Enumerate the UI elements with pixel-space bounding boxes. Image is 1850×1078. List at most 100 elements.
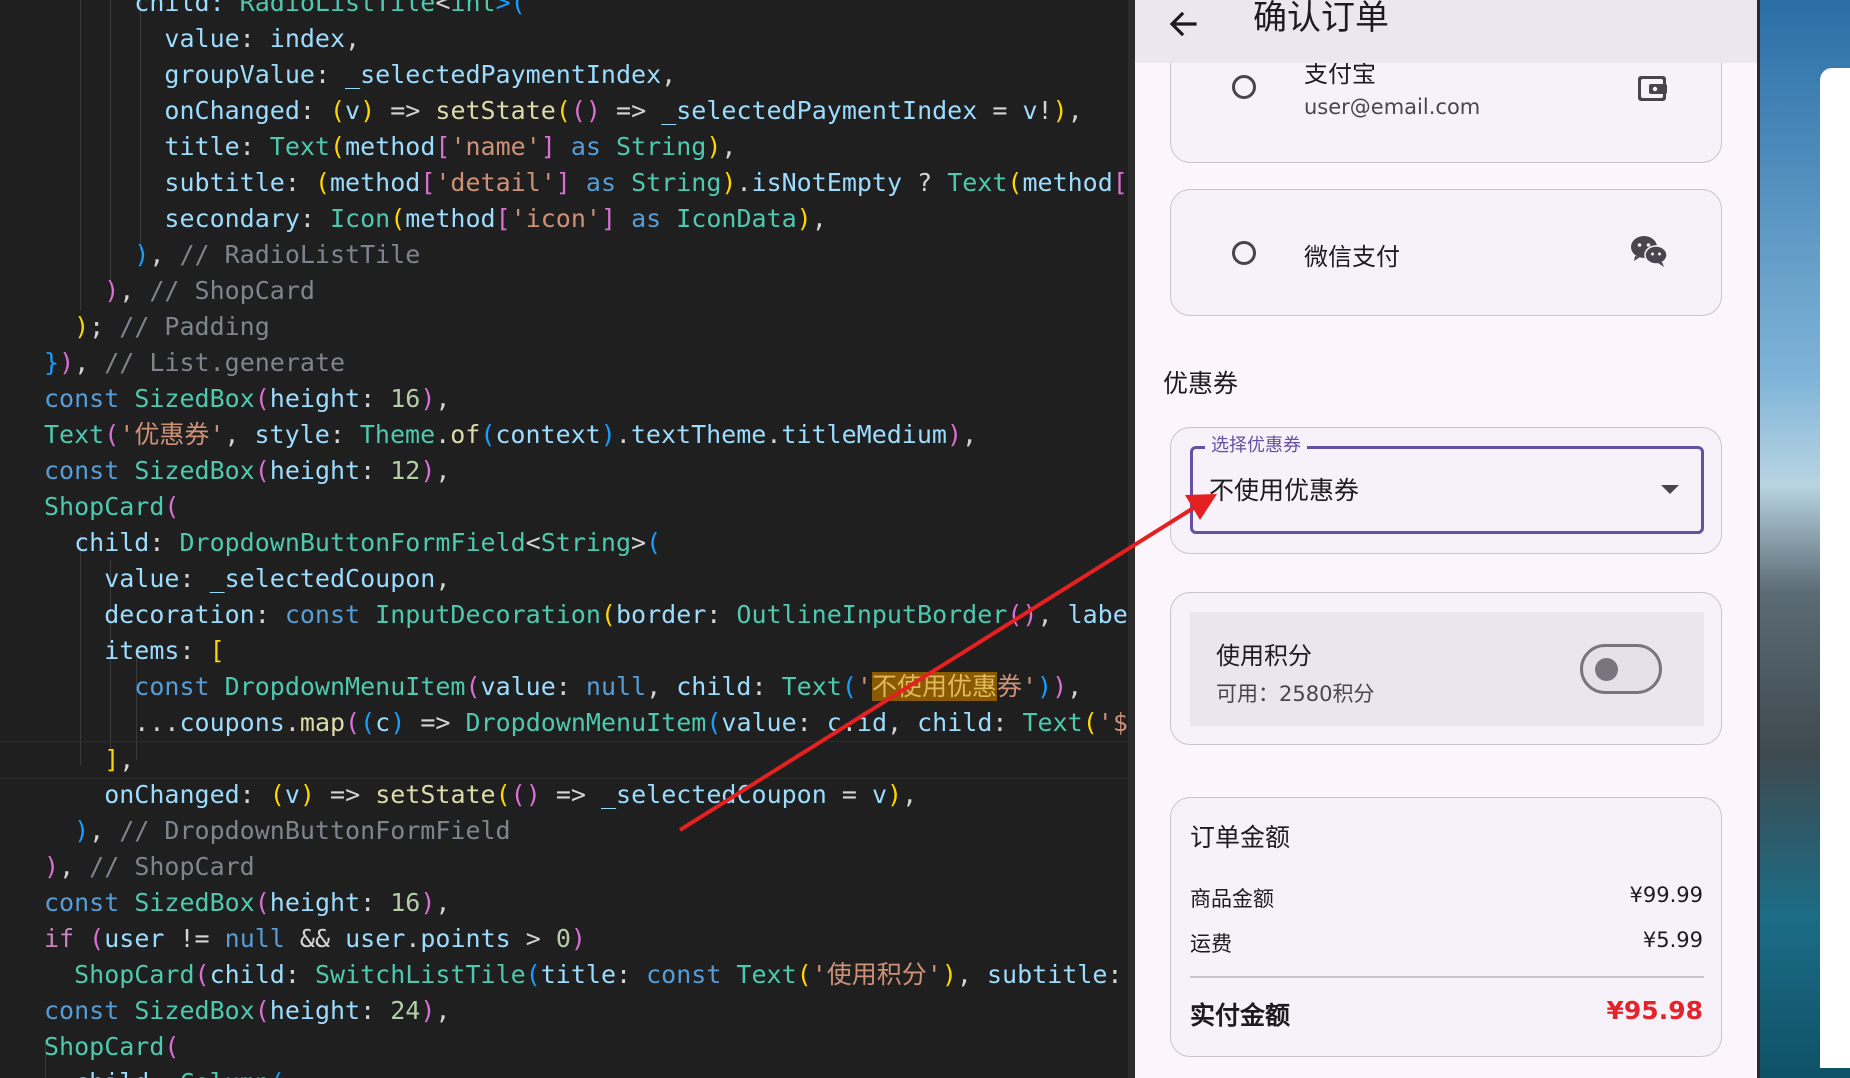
code-line[interactable]: if (user != null && user.points > 0) [0, 921, 1128, 957]
code-line[interactable]: child: RadioListTile<int>( [0, 0, 1128, 21]
code-token: ( [164, 1032, 180, 1061]
radio-button[interactable] [1232, 241, 1256, 265]
code-line[interactable]: ...coupons.map((c) => DropdownMenuItem(v… [0, 705, 1128, 741]
code-token: Text [269, 132, 330, 161]
code-token: . [405, 924, 421, 953]
code-token: isNotEmpty [751, 168, 903, 197]
code-token: 不使用优惠 [871, 672, 997, 701]
code-token: ) [360, 96, 376, 125]
code-token: ( [270, 1068, 285, 1078]
code-token: 0 [555, 924, 571, 953]
code-line[interactable]: child: Column( [0, 1065, 1128, 1078]
code-token: ) [1052, 96, 1068, 125]
points-toggle[interactable] [1580, 644, 1662, 694]
code-token: : [751, 672, 782, 701]
code-token: ) [1037, 672, 1053, 701]
code-token: : [314, 60, 346, 89]
code-token: : [299, 204, 330, 233]
code-line[interactable]: groupValue: _selectedPaymentIndex, [0, 57, 1128, 93]
code-line[interactable]: ShopCard( [0, 489, 1128, 525]
total-value: ¥95.98 [1606, 996, 1703, 1025]
code-line[interactable]: title: Text(method['name'] as String), [0, 129, 1128, 165]
code-line[interactable]: const SizedBox(height: 24), [0, 993, 1128, 1029]
code-token: as [555, 132, 617, 161]
code-line[interactable]: value: index, [0, 21, 1128, 57]
code-token: , [59, 852, 90, 881]
payment-card-wechat[interactable]: 微信支付 [1170, 189, 1722, 316]
code-token: height [269, 996, 361, 1025]
code-token: => [540, 780, 601, 809]
code-line[interactable]: ), // RadioListTile [0, 237, 1128, 273]
code-token: secondary [44, 204, 300, 233]
code-token: _selectedPaymentIndex [345, 60, 662, 89]
code-token: : [179, 636, 210, 665]
code-token: points [420, 924, 511, 953]
code-token: RadioListTile [239, 0, 436, 17]
coupon-card: 选择优惠券 不使用优惠券 [1170, 427, 1722, 554]
code-token: value [44, 24, 240, 53]
wechat-icon [1631, 236, 1668, 267]
code-token: ( [269, 780, 285, 809]
code-line[interactable]: const DropdownMenuItem(value: null, chil… [0, 669, 1128, 705]
code-token: '优惠券' [119, 420, 225, 449]
code-line[interactable]: decoration: const InputDecoration(border… [0, 597, 1128, 633]
radio-button[interactable] [1232, 75, 1256, 99]
code-token: // RadioListTile [179, 240, 421, 269]
code-token: value [480, 672, 556, 701]
code-token: v [345, 96, 361, 125]
code-token: ( [254, 996, 270, 1025]
code-token: , [345, 24, 361, 53]
points-switch-tile[interactable]: 使用积分 可用：2580积分 [1190, 612, 1704, 726]
code-line[interactable]: secondary: Icon(method['icon'] as IconDa… [0, 201, 1128, 237]
code-line[interactable]: onChanged: (v) => setState(() => _select… [0, 777, 1128, 813]
code-editor[interactable]: child: RadioListTile<int>( value: index,… [0, 0, 1128, 1078]
code-line[interactable]: const SizedBox(height: 12), [0, 453, 1128, 489]
code-line[interactable]: }), // List.generate [0, 345, 1128, 381]
code-token: , [435, 996, 451, 1025]
code-token: , [435, 456, 451, 485]
arrow-back-icon[interactable] [1165, 6, 1201, 42]
code-token: decoration [44, 600, 255, 629]
code-line[interactable]: items: [ [0, 633, 1128, 669]
code-token: ) [390, 708, 406, 737]
code-token: ) [721, 168, 737, 197]
code-line[interactable]: value: _selectedCoupon, [0, 561, 1128, 597]
code-token: const [44, 888, 135, 917]
code-token: ) [420, 996, 436, 1025]
code-line[interactable]: child: DropdownButtonFormField<String>( [0, 525, 1128, 561]
code-line[interactable]: ], [0, 741, 1128, 779]
code-token: ! [1037, 96, 1053, 125]
code-line[interactable]: onChanged: (v) => setState(() => _select… [0, 93, 1128, 129]
code-token: // DropdownButtonFormField [119, 816, 511, 845]
code-token: : [360, 996, 391, 1025]
code-token: ] [540, 132, 556, 161]
code-token: : [179, 564, 210, 593]
code-line[interactable]: subtitle: (method['detail'] as String).i… [0, 165, 1128, 201]
code-line[interactable]: ), // ShopCard [0, 849, 1128, 885]
code-token: () [510, 780, 541, 809]
code-token: => [375, 96, 436, 125]
code-token: ) [59, 348, 75, 377]
code-line[interactable]: const SizedBox(height: 16), [0, 381, 1128, 417]
code-token: ( [796, 960, 812, 989]
code-line[interactable]: Text('优惠券', style: Theme.of(context).tex… [0, 417, 1128, 453]
code-token: ( [89, 924, 105, 953]
code-token: , [435, 384, 451, 413]
code-token: ( [495, 780, 511, 809]
code-token: SwitchListTile [314, 960, 526, 989]
code-token: c [375, 708, 391, 737]
code-token: InputDecoration [375, 600, 601, 629]
code-token: c [826, 708, 842, 737]
code-line[interactable]: ), // ShopCard [0, 273, 1128, 309]
code-line[interactable]: ); // Padding [0, 309, 1128, 345]
code-line[interactable]: ), // DropdownButtonFormField [0, 813, 1128, 849]
code-token: '使用积分' [811, 960, 942, 989]
code-token: ( [360, 708, 376, 737]
code-line[interactable]: const SizedBox(height: 16), [0, 885, 1128, 921]
code-token: SizedBox [134, 456, 255, 485]
code-line[interactable]: ShopCard( [0, 1029, 1128, 1065]
code-line[interactable]: ShopCard(child: SwitchListTile(title: co… [0, 957, 1128, 993]
code-token: , [224, 420, 255, 449]
code-token: : [284, 960, 315, 989]
coupon-dropdown[interactable]: 选择优惠券 不使用优惠券 [1190, 435, 1704, 534]
